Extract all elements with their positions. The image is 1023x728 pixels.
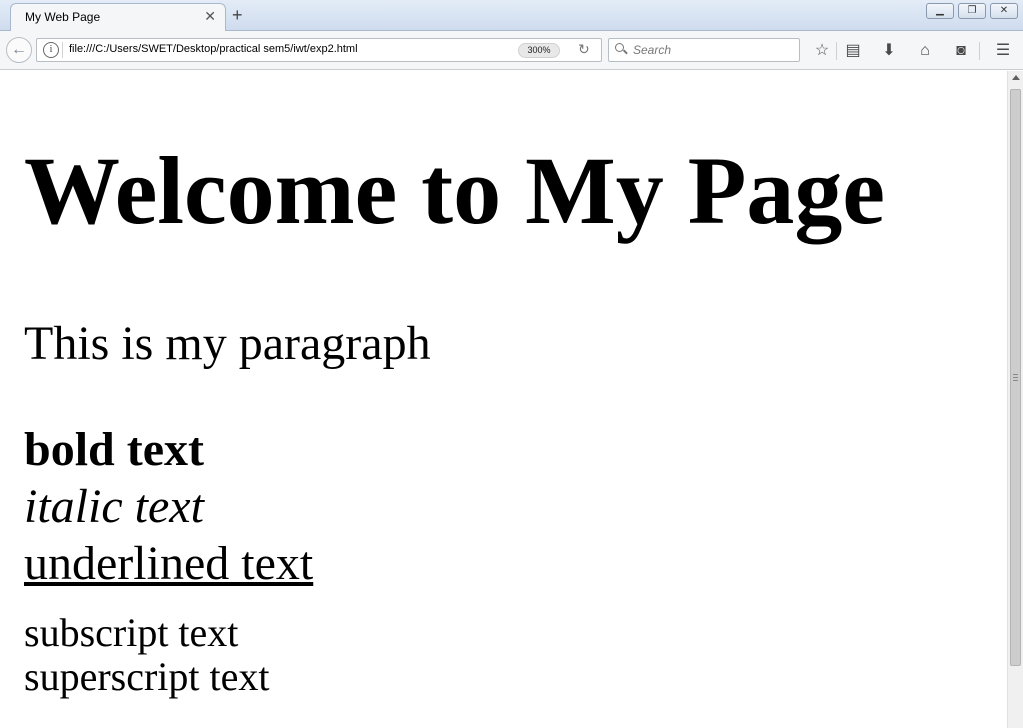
- title-bar: My Web Page ✕ + ▁ ❐ ✕: [0, 0, 1023, 31]
- page-heading: Welcome to My Page: [24, 137, 885, 244]
- scroll-up-arrow-icon[interactable]: [1012, 75, 1020, 80]
- scrollbar-thumb[interactable]: [1010, 89, 1021, 666]
- menu-icon[interactable]: ☰: [992, 40, 1014, 62]
- new-tab-icon[interactable]: +: [232, 5, 243, 25]
- tab-title: My Web Page: [25, 10, 101, 24]
- underlined-text: underlined text: [24, 537, 314, 590]
- bold-text: bold text: [24, 423, 204, 476]
- url-separator: [62, 42, 63, 58]
- navigation-bar: ← i file:///C:/Users/SWET/Desktop/practi…: [0, 31, 1023, 70]
- info-icon[interactable]: i: [43, 42, 59, 58]
- grip-line: [1013, 377, 1018, 378]
- tab-my-web-page[interactable]: My Web Page ✕: [10, 3, 226, 31]
- minimize-button[interactable]: ▁: [926, 3, 954, 19]
- download-icon[interactable]: ⬇: [878, 40, 900, 62]
- reload-icon[interactable]: ↻: [578, 41, 590, 58]
- home-icon[interactable]: ⌂: [914, 40, 936, 62]
- grip-line: [1013, 380, 1018, 381]
- toolbar-separator: [836, 42, 837, 60]
- close-window-button[interactable]: ✕: [990, 3, 1018, 19]
- restore-button[interactable]: ❐: [958, 3, 986, 19]
- vertical-scrollbar[interactable]: [1007, 71, 1023, 728]
- close-tab-icon[interactable]: ✕: [204, 8, 216, 24]
- search-bar[interactable]: Search: [608, 38, 800, 62]
- italic-text: italic text: [24, 480, 204, 533]
- page-content: Welcome to My Page This is my paragraph …: [0, 71, 1007, 728]
- bookmark-star-icon[interactable]: ☆: [811, 40, 833, 62]
- pocket-icon[interactable]: ◙: [950, 40, 972, 62]
- search-placeholder: Search: [633, 43, 672, 57]
- back-arrow-icon[interactable]: ←: [6, 37, 32, 63]
- url-text[interactable]: file:///C:/Users/SWET/Desktop/practical …: [69, 43, 358, 55]
- toolbar-separator: [979, 42, 980, 60]
- paragraph-text: This is my paragraph: [24, 317, 431, 370]
- search-icon: [615, 43, 624, 52]
- subscript-text: subscript text: [24, 610, 239, 655]
- grip-line: [1013, 374, 1018, 375]
- zoom-level-badge[interactable]: 300%: [518, 43, 560, 58]
- url-bar[interactable]: i file:///C:/Users/SWET/Desktop/practica…: [36, 38, 602, 62]
- reading-list-icon[interactable]: ▤: [842, 40, 864, 62]
- superscript-text: superscript text: [24, 654, 270, 699]
